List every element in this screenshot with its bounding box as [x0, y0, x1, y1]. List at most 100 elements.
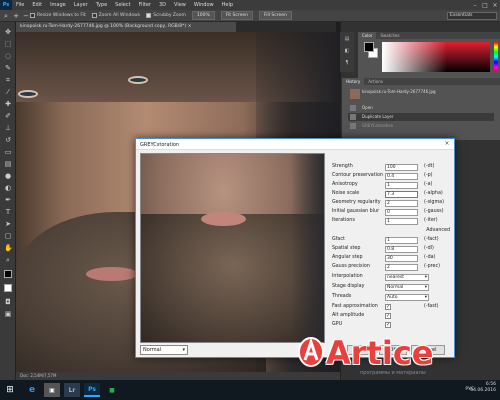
quick-select-tool-icon[interactable]: ✎ — [4, 64, 12, 72]
gradient-tool-icon[interactable]: ▤ — [4, 160, 12, 168]
color-panel: Color Swatches — [358, 32, 500, 80]
menu-select[interactable]: Select — [111, 2, 134, 8]
contour-preservation-input[interactable]: 0.4 — [385, 173, 418, 180]
fill-screen-button[interactable]: Fill Screen — [258, 11, 292, 20]
foreground-color-swatch[interactable] — [4, 270, 12, 278]
strength-input[interactable]: 100 — [385, 164, 418, 171]
geometry-regularity-input[interactable]: 2 — [385, 200, 418, 207]
workspace-select[interactable]: Essentials — [447, 12, 497, 20]
interpolation-value: nearest — [387, 275, 405, 280]
path-select-tool-icon[interactable]: ➤ — [4, 220, 12, 228]
photoshop-taskbar-icon[interactable]: Ps — [84, 383, 100, 397]
move-tool-icon[interactable]: ✥ — [4, 28, 12, 36]
menu-image[interactable]: Image — [46, 2, 70, 8]
minimize-icon[interactable]: – — [470, 0, 480, 10]
healing-tool-icon[interactable]: ✚ — [4, 100, 12, 108]
clone-stamp-tool-icon[interactable]: ⊥ — [4, 124, 12, 132]
clock[interactable]: 6:56 04.06.2016 — [470, 382, 496, 394]
history-snapshot[interactable]: kinopoisk.ru-Tom-Hardy-2677746.jpg — [348, 88, 494, 100]
dodge-tool-icon[interactable]: ◐ — [4, 184, 12, 192]
gpu-checkbox[interactable]: ✓ — [385, 322, 391, 328]
scrubby-zoom-checkbox[interactable]: Scrubby Zoom — [146, 13, 186, 18]
history-step[interactable]: Open — [348, 104, 494, 112]
param-label: Iterations — [332, 218, 355, 223]
param-label: Stage display — [332, 284, 365, 289]
menu-help[interactable]: Help — [218, 2, 237, 8]
start-button[interactable]: ⊞ — [0, 380, 20, 400]
tab-swatches[interactable]: Swatches — [376, 32, 403, 39]
watermark-brand: Artice — [326, 334, 434, 372]
menu-view[interactable]: View — [170, 2, 190, 8]
stage-display-select[interactable]: Normal ▾ — [385, 284, 429, 291]
history-step[interactable]: Duplicate Layer — [348, 113, 494, 121]
eraser-tool-icon[interactable]: ▭ — [4, 148, 12, 156]
color-field[interactable] — [382, 42, 490, 72]
hue-slider[interactable] — [494, 42, 498, 72]
resize-windows-checkbox[interactable]: Resize Windows to Fit — [30, 13, 86, 18]
zoom-in-icon[interactable]: + — [12, 12, 20, 20]
screen-mode-icon[interactable]: ▣ — [4, 310, 12, 318]
fast-approximation-checkbox[interactable]: ✓ — [385, 304, 391, 310]
spatial-step-input[interactable]: 0.8 — [385, 246, 418, 253]
document-tab[interactable]: kinopoisk.ru-Tom-Hardy-2677746.jpg @ 100… — [16, 22, 236, 32]
type-tool-icon[interactable]: T — [4, 208, 12, 216]
threads-select[interactable]: Auto ▾ — [385, 294, 429, 301]
preview-pane[interactable] — [140, 153, 325, 343]
threads-value: Auto — [387, 295, 398, 300]
eyedropper-tool-icon[interactable]: ⁄ — [4, 88, 12, 96]
angular-step-input[interactable]: 30 — [385, 255, 418, 262]
marquee-tool-icon[interactable]: ⬚ — [4, 40, 12, 48]
param-hint: (-alpha) — [424, 191, 443, 196]
100-percent-button[interactable]: 100% — [191, 11, 215, 20]
close-icon[interactable]: × — [490, 0, 500, 10]
alt-amplitude-checkbox[interactable]: ✓ — [385, 313, 391, 319]
lasso-tool-icon[interactable]: ◌ — [4, 52, 12, 60]
quick-mask-icon[interactable]: ◘ — [4, 298, 12, 306]
gfact-input[interactable]: 1 — [385, 237, 418, 244]
param-row: Spatial step 0.8 (-dl) — [332, 246, 450, 254]
history-panel-tabs: History Actions — [342, 78, 500, 85]
menu-layer[interactable]: Layer — [70, 2, 92, 8]
panel-toggle-icon[interactable]: ▤ — [344, 36, 350, 42]
hand-tool-icon[interactable]: ✋ — [4, 244, 13, 252]
shape-tool-icon[interactable]: ▢ — [4, 232, 12, 240]
noise-scale-input[interactable]: 7.3 — [385, 191, 418, 198]
maximize-icon[interactable]: □ — [480, 0, 490, 10]
status-bar: Doc: 2,54M/7,57M — [16, 372, 340, 380]
menu-type[interactable]: Type — [92, 2, 111, 8]
pen-tool-icon[interactable]: ✒ — [4, 196, 12, 204]
history-step[interactable]: GREYCstoration — [348, 122, 494, 130]
panel-toggle-icon[interactable]: ¶ — [344, 60, 350, 66]
close-icon[interactable]: × — [442, 140, 452, 148]
interpolation-select[interactable]: nearest ▾ — [385, 274, 429, 281]
blur-tool-icon[interactable]: ● — [4, 172, 12, 180]
background-color-swatch[interactable] — [4, 284, 12, 292]
brush-tool-icon[interactable]: ✐ — [4, 112, 12, 120]
history-brush-tool-icon[interactable]: ↺ — [4, 136, 12, 144]
panel-toggle-icon[interactable]: ◧ — [344, 48, 350, 54]
gauss-precision-input[interactable]: 2 — [385, 264, 418, 271]
anisotropy-input[interactable]: 1 — [385, 182, 418, 189]
app-icon[interactable]: ■ — [104, 383, 120, 397]
zoom-tool-icon[interactable]: ⌕ — [4, 256, 12, 264]
file-explorer-icon[interactable]: ▣ — [44, 383, 60, 397]
fit-screen-button[interactable]: Fit Screen — [220, 11, 253, 20]
tab-history[interactable]: History — [342, 78, 365, 85]
edge-browser-icon[interactable]: e — [24, 383, 40, 397]
menu-filter[interactable]: Filter — [135, 2, 155, 8]
zoom-all-checkbox[interactable]: Zoom All Windows — [91, 13, 140, 18]
menu-file[interactable]: File — [12, 2, 28, 8]
menu-edit[interactable]: Edit — [28, 2, 46, 8]
menu-window[interactable]: Window — [190, 2, 218, 8]
menu-3d[interactable]: 3D — [155, 2, 170, 8]
crop-tool-icon[interactable]: ⌗ — [4, 76, 12, 84]
iterations-input[interactable]: 1 — [385, 218, 418, 225]
param-row: Threads Auto ▾ — [332, 294, 450, 302]
preview-mode-select[interactable]: Normal ▾ — [140, 345, 188, 355]
zoom-out-icon[interactable]: − — [22, 12, 30, 20]
lightroom-icon[interactable]: Lr — [64, 383, 80, 397]
initial-gaussian-blur-input[interactable]: 0 — [385, 209, 418, 216]
tab-color[interactable]: Color — [358, 32, 377, 39]
tab-actions[interactable]: Actions — [364, 78, 387, 85]
foreground-swatch[interactable] — [364, 42, 374, 52]
